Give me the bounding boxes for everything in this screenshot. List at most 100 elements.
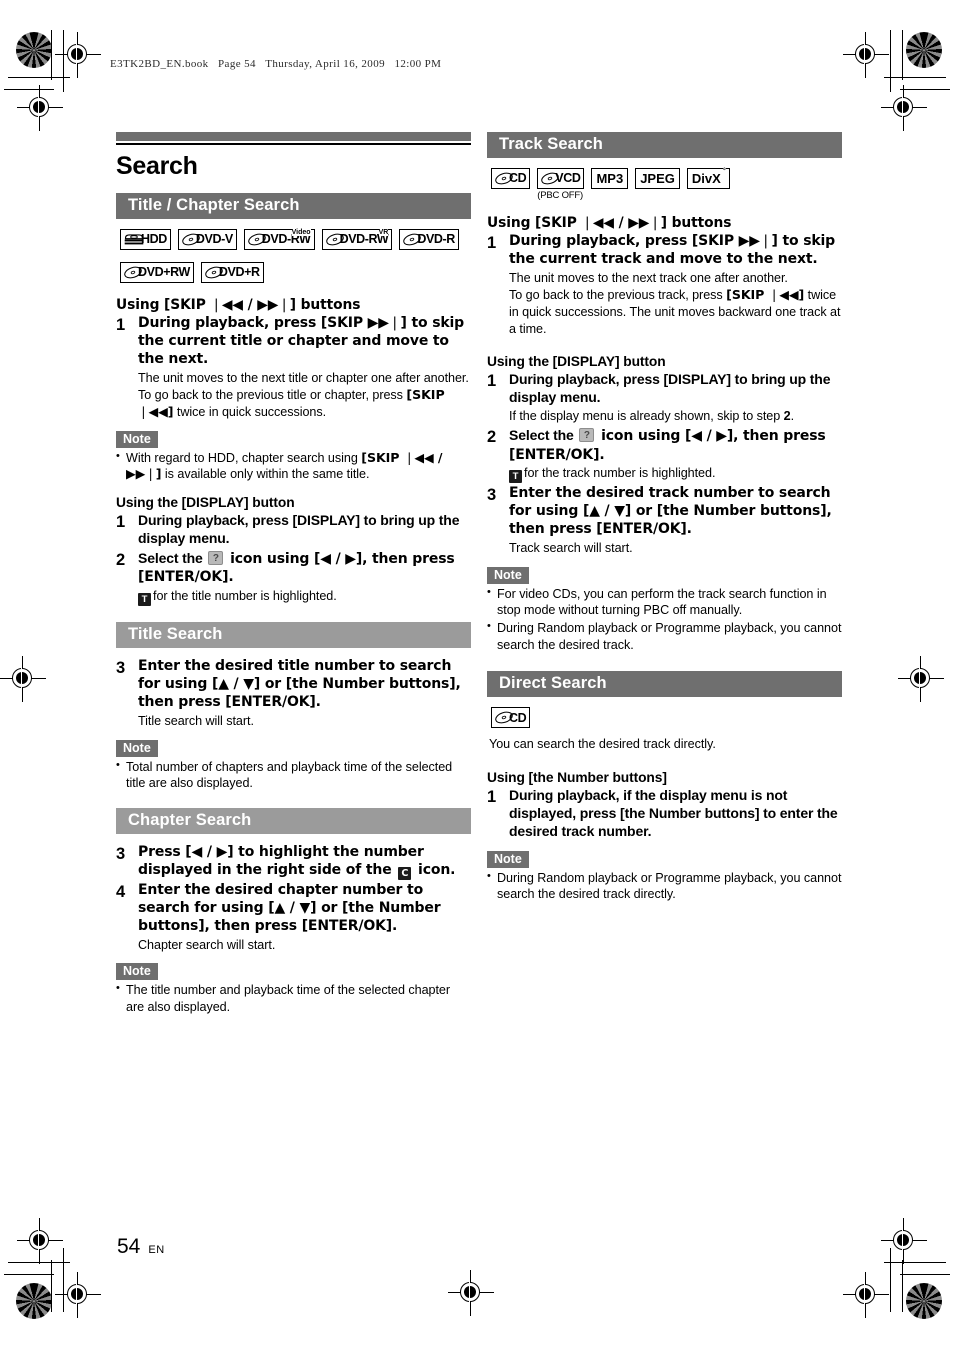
crop-line-bottom-left-v — [51, 1260, 52, 1312]
crop-line-bottom-left-h — [8, 1262, 70, 1263]
note-label: Note — [116, 963, 158, 981]
note-item: With regard to HDD, chapter search using… — [116, 449, 471, 483]
section-header-direct-search: Direct Search — [487, 671, 842, 698]
note-label: Note — [116, 739, 158, 757]
step-text: Enter the desired chapter number to sear… — [138, 881, 441, 934]
note-list: The title number and playback time of th… — [116, 981, 471, 1015]
heading-using-skip-buttons: Using [SKIP ❘◀◀ / ▶▶❘] buttons — [116, 297, 361, 313]
note-label: Note — [487, 850, 529, 868]
registration-mark-bottom-center — [448, 1270, 494, 1316]
step-text: During playback, press [DISPLAY] to brin… — [138, 511, 460, 546]
step-detail-bold: [SKIP ❘◀◀] — [726, 287, 805, 303]
media-logo-row-direct: CD — [491, 707, 842, 729]
density-patch-top-left — [16, 32, 52, 68]
media-logo-label: CD — [509, 171, 527, 186]
media-logo-label: DVD-V — [195, 232, 233, 247]
section-header-title-chapter-search: Title / Chapter Search — [116, 193, 471, 219]
step-detail-pre: To go back to the previous track, press — [509, 288, 727, 303]
crop-line-bottom-left-h2 — [4, 1274, 54, 1275]
crop-line-top-right-h — [884, 77, 946, 78]
step-track-display-1: 1 During playback, press [DISPLAY] to br… — [487, 371, 842, 424]
crop-line-top-right-v2 — [890, 30, 891, 92]
step-detail: Title search will start. — [138, 714, 254, 729]
media-logo-label: JPEG — [640, 171, 675, 186]
page-footer: 54 EN — [117, 1235, 165, 1259]
running-head: E3TK2BD_EN.book Page 54 Thursday, April … — [110, 58, 442, 70]
step-detail: Chapter search will start. — [138, 937, 276, 952]
media-logo-superscript: ° — [722, 168, 726, 175]
crop-line-bottom-right-h — [884, 1262, 946, 1263]
media-logo-label: MP3 — [596, 171, 624, 186]
registration-mark-inner-top-left — [17, 85, 63, 131]
registration-mark-right-middle — [898, 656, 944, 702]
note-item: Total number of chapters and playback ti… — [116, 758, 471, 792]
note-list: During Random playback or Programme play… — [487, 869, 842, 903]
media-logo-label: DVD+R — [218, 265, 260, 280]
step-number: 2 — [116, 550, 126, 569]
media-logo-superscript: VR — [378, 229, 389, 236]
media-logo-label: DVD+RW — [138, 265, 190, 280]
step-detail: Tfor the track number is highlighted. — [509, 465, 842, 484]
media-logo-superscript: Video — [291, 229, 311, 236]
step-text: Select the icon using [◀ / ▶], then pres… — [509, 427, 842, 465]
step-chapter-4: 4 Enter the desired chapter number to se… — [116, 882, 471, 953]
chapter-rule-thin — [116, 143, 471, 145]
step-text: During playback, if the display menu is … — [509, 786, 838, 839]
printed-page: E3TK2BD_EN.book Page 54 Thursday, April … — [0, 0, 954, 1351]
step-direct-1: 1 During playback, if the display menu i… — [487, 787, 842, 841]
note-list: Total number of chapters and playback ti… — [116, 758, 471, 792]
step-text: During playback, press [DISPLAY] to brin… — [509, 371, 831, 406]
page-title: Search — [116, 152, 198, 180]
direct-search-intro: You can search the desired track directl… — [489, 737, 716, 752]
media-logo-vcd: VCD — [537, 168, 585, 189]
step-text: Press [◀ / ▶] to highlight the number di… — [138, 844, 471, 880]
crop-line-bottom-left-v2 — [63, 1248, 64, 1312]
crop-line-bottom-right-v2 — [890, 1248, 891, 1312]
title-badge-icon: T — [138, 593, 151, 607]
note-item: During Random playback or Programme play… — [487, 869, 842, 903]
search-icon — [208, 550, 224, 566]
crop-line-top-left-v2 — [63, 30, 64, 92]
search-icon — [579, 427, 595, 443]
left-column: Search Title / Chapter Search HDD DVD-V — [116, 132, 471, 1016]
media-logo-dvd-rw-vr: DVD-RW VR — [321, 229, 393, 250]
step-display-2: 2 Select the icon using [◀ / ▶], then pr… — [116, 550, 471, 607]
right-column: Track Search CD VCD (PBC OFF) MP3 JPEG D… — [487, 132, 842, 904]
step-display-1: 1 During playback, press [DISPLAY] to br… — [116, 512, 471, 548]
heading-using-number-buttons: Using [the Number buttons] — [487, 769, 667, 785]
step-detail-post: twice in quick successions. — [173, 404, 327, 419]
media-logo-label: DivX — [691, 171, 721, 186]
media-logo-mp3: MP3 — [591, 168, 629, 189]
media-logo-row-left: HDD DVD-V DVD-RW Video DVD-RW VR DVD-R D… — [120, 229, 471, 283]
media-logo-dvd-plus-r: DVD+R — [200, 262, 264, 283]
title-badge-icon: T — [509, 470, 522, 484]
note-item: The title number and playback time of th… — [116, 981, 471, 1015]
crop-line-top-right-v — [902, 30, 903, 80]
registration-mark-bottom-right — [843, 1272, 889, 1318]
note-post: is available only within the same title. — [161, 467, 370, 482]
media-logo-dvd-v: DVD-V — [177, 229, 237, 250]
step-number: 3 — [116, 844, 126, 863]
media-logo-cd: CD — [491, 168, 531, 189]
step-text-pre: Select the — [509, 426, 578, 443]
media-logo-label: VCD — [555, 171, 581, 186]
step-text: During playback, press [SKIP ▶▶❘] to ski… — [509, 233, 836, 267]
registration-mark-inner-bottom-left — [17, 1218, 63, 1264]
page-number: 54 — [117, 1235, 141, 1258]
step-text: Enter the desired title number to search… — [138, 658, 461, 711]
step-detail-b: To go back to the previous track, press … — [509, 287, 842, 337]
note-item: For video CDs, you can perform the track… — [487, 585, 842, 619]
media-logo-row-right: CD VCD (PBC OFF) MP3 JPEG DivX ° — [491, 168, 842, 201]
crop-line-top-right-h2 — [900, 89, 950, 90]
note-list: With regard to HDD, chapter search using… — [116, 449, 471, 483]
note-label: Note — [116, 430, 158, 448]
step-number: 1 — [487, 234, 497, 252]
media-logo-vcd-wrap: VCD (PBC OFF) — [537, 168, 585, 201]
step-chapter-3: 3 Press [◀ / ▶] to highlight the number … — [116, 844, 471, 880]
step-track-display-3: 3 Enter the desired track number to sear… — [487, 485, 842, 556]
step-detail-text: for the title number is highlighted. — [153, 589, 337, 604]
step-number: 2 — [487, 427, 497, 446]
heading-using-display-button: Using the [DISPLAY] button — [116, 494, 295, 510]
media-logo-dvd-rw-video: DVD-RW Video — [243, 229, 315, 250]
crop-line-top-left-h — [8, 77, 70, 78]
